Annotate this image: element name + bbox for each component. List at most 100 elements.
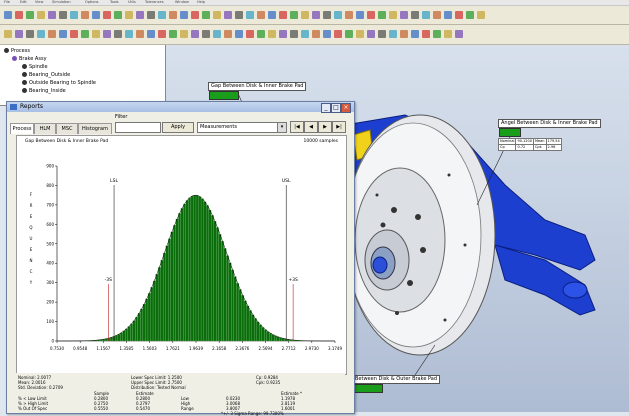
last-record-button[interactable]: ▶| bbox=[332, 121, 346, 133]
reports-window[interactable]: Reports _ □ × Process HLM MSC Histogram … bbox=[6, 101, 355, 414]
tree-item[interactable]: Brake Assy bbox=[12, 56, 47, 63]
toolbar-button[interactable] bbox=[180, 11, 188, 19]
toolbar-button[interactable] bbox=[400, 30, 408, 38]
toolbar-button[interactable] bbox=[312, 30, 320, 38]
toolbar-button[interactable] bbox=[257, 30, 265, 38]
tree-item[interactable]: Process bbox=[4, 48, 30, 55]
toolbar-button[interactable] bbox=[213, 11, 221, 19]
toolbar-button[interactable] bbox=[70, 30, 78, 38]
toolbar-button[interactable] bbox=[147, 11, 155, 19]
menu-view[interactable]: View bbox=[35, 0, 43, 5]
toolbar-button[interactable] bbox=[422, 30, 430, 38]
toolbar-button[interactable] bbox=[202, 11, 210, 19]
toolbar-button[interactable] bbox=[26, 11, 34, 19]
toolbar-button[interactable] bbox=[367, 30, 375, 38]
toolbar-button[interactable] bbox=[191, 11, 199, 19]
apply-button[interactable]: Apply bbox=[162, 122, 194, 133]
toolbar-button[interactable] bbox=[301, 30, 309, 38]
toolbar-button[interactable] bbox=[378, 30, 386, 38]
toolbar-button[interactable] bbox=[59, 30, 67, 38]
toolbar-button[interactable] bbox=[136, 11, 144, 19]
toolbar-button[interactable] bbox=[202, 30, 210, 38]
tab-histogram[interactable]: Histogram bbox=[78, 123, 112, 134]
toolbar-button[interactable] bbox=[70, 11, 78, 19]
toolbar-button[interactable] bbox=[191, 30, 199, 38]
toolbar-button[interactable] bbox=[378, 11, 386, 19]
menu-simulation[interactable]: Simulation bbox=[52, 0, 71, 5]
toolbar-button[interactable] bbox=[103, 11, 111, 19]
toolbar-button[interactable] bbox=[48, 11, 56, 19]
toolbar-button[interactable] bbox=[213, 30, 221, 38]
minimize-button[interactable]: _ bbox=[321, 103, 331, 113]
close-button[interactable]: × bbox=[341, 103, 351, 113]
chevron-down-icon[interactable]: ▾ bbox=[277, 123, 286, 132]
toolbar-button[interactable] bbox=[455, 30, 463, 38]
menu-window[interactable]: Window bbox=[175, 0, 189, 5]
toolbar-button[interactable] bbox=[323, 11, 331, 19]
toolbar-button[interactable] bbox=[411, 11, 419, 19]
toolbar-button[interactable] bbox=[224, 11, 232, 19]
process-tree[interactable]: Process Brake Assy Spindle Bearing_Outsi… bbox=[0, 45, 166, 106]
toolbar-button[interactable] bbox=[37, 30, 45, 38]
toolbar-button[interactable] bbox=[444, 30, 452, 38]
toolbar-button[interactable] bbox=[26, 30, 34, 38]
toolbar-button[interactable] bbox=[224, 30, 232, 38]
toolbar-button[interactable] bbox=[279, 11, 287, 19]
toolbar-button[interactable] bbox=[268, 11, 276, 19]
toolbar-button[interactable] bbox=[4, 30, 12, 38]
menu-file[interactable]: File bbox=[4, 0, 10, 5]
menu-help[interactable]: Help bbox=[197, 0, 205, 5]
toolbar-button[interactable] bbox=[15, 30, 23, 38]
toolbar-button[interactable] bbox=[312, 11, 320, 19]
tree-item[interactable]: Bearing_Inside bbox=[22, 88, 66, 95]
toolbar-button[interactable] bbox=[136, 30, 144, 38]
toolbar-button[interactable] bbox=[125, 30, 133, 38]
first-record-button[interactable]: |◀ bbox=[290, 121, 304, 133]
toolbar-button[interactable] bbox=[367, 11, 375, 19]
toolbar-button[interactable] bbox=[455, 11, 463, 19]
toolbar-button[interactable] bbox=[444, 11, 452, 19]
tree-item[interactable]: Spindle bbox=[22, 64, 48, 71]
toolbar-button[interactable] bbox=[235, 11, 243, 19]
toolbar-button[interactable] bbox=[81, 30, 89, 38]
toolbar-button[interactable] bbox=[59, 11, 67, 19]
toolbar-button[interactable] bbox=[235, 30, 243, 38]
toolbar-button[interactable] bbox=[389, 30, 397, 38]
toolbar-button[interactable] bbox=[48, 30, 56, 38]
toolbar-button[interactable] bbox=[334, 11, 342, 19]
toolbar-button[interactable] bbox=[246, 11, 254, 19]
toolbar-button[interactable] bbox=[433, 11, 441, 19]
toolbar-button[interactable] bbox=[345, 11, 353, 19]
toolbar-button[interactable] bbox=[345, 30, 353, 38]
prev-record-button[interactable]: ◀ bbox=[304, 121, 318, 133]
toolbar-button[interactable] bbox=[334, 30, 342, 38]
toolbar-button[interactable] bbox=[15, 11, 23, 19]
toolbar-button[interactable] bbox=[257, 11, 265, 19]
toolbar-button[interactable] bbox=[279, 30, 287, 38]
toolbar-button[interactable] bbox=[169, 30, 177, 38]
menu-utils[interactable]: Utils bbox=[128, 0, 136, 5]
toolbar-button[interactable] bbox=[125, 11, 133, 19]
toolbar-button[interactable] bbox=[356, 11, 364, 19]
toolbar-button[interactable] bbox=[466, 11, 474, 19]
toolbar-button[interactable] bbox=[92, 30, 100, 38]
toolbar-button[interactable] bbox=[81, 11, 89, 19]
toolbar-button[interactable] bbox=[290, 11, 298, 19]
menu-edit[interactable]: Edit bbox=[20, 0, 27, 5]
tab-msc[interactable]: MSC bbox=[56, 123, 78, 134]
toolbar-button[interactable] bbox=[158, 30, 166, 38]
toolbar-button[interactable] bbox=[4, 11, 12, 19]
toolbar-button[interactable] bbox=[268, 30, 276, 38]
toolbar-button[interactable] bbox=[169, 11, 177, 19]
toolbar-button[interactable] bbox=[114, 30, 122, 38]
toolbar-button[interactable] bbox=[290, 30, 298, 38]
toolbar-button[interactable] bbox=[301, 11, 309, 19]
tree-item[interactable]: Bearing_Outside bbox=[22, 72, 70, 79]
tab-process[interactable]: Process bbox=[10, 123, 34, 134]
next-record-button[interactable]: ▶ bbox=[318, 121, 332, 133]
filter-input[interactable] bbox=[115, 122, 161, 133]
tab-hlm[interactable]: HLM bbox=[34, 123, 56, 134]
menu-options[interactable]: Options bbox=[85, 0, 99, 5]
toolbar-button[interactable] bbox=[356, 30, 364, 38]
toolbar-button[interactable] bbox=[158, 11, 166, 19]
